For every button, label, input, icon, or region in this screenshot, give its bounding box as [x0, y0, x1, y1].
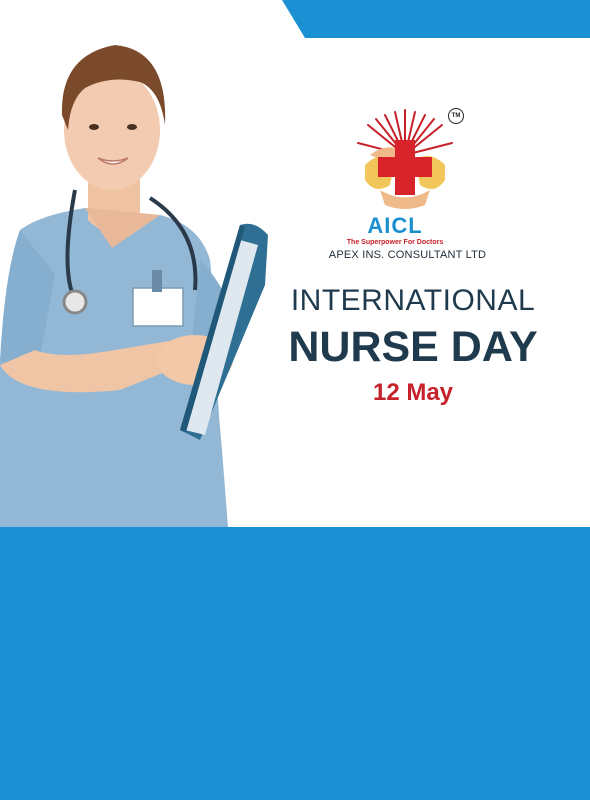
- headline-date: 12 May: [372, 379, 454, 406]
- nurse-day-poster: TM AICL The Superpower For Doctors APEX …: [0, 0, 590, 800]
- headline-international: INTERNATIONAL: [290, 284, 536, 317]
- headline-nurse-day: NURSE DAY: [288, 323, 538, 371]
- brand-tagline: The Superpower For Doctors: [346, 239, 444, 246]
- nurse-photo: [0, 45, 268, 527]
- brand-name: APEX INS. CONSULTANT LTD: [328, 249, 487, 261]
- bottom-blue-panel: [0, 527, 590, 800]
- trademark-icon: TM: [448, 108, 464, 124]
- brand-abbreviation: AICL: [367, 213, 423, 238]
